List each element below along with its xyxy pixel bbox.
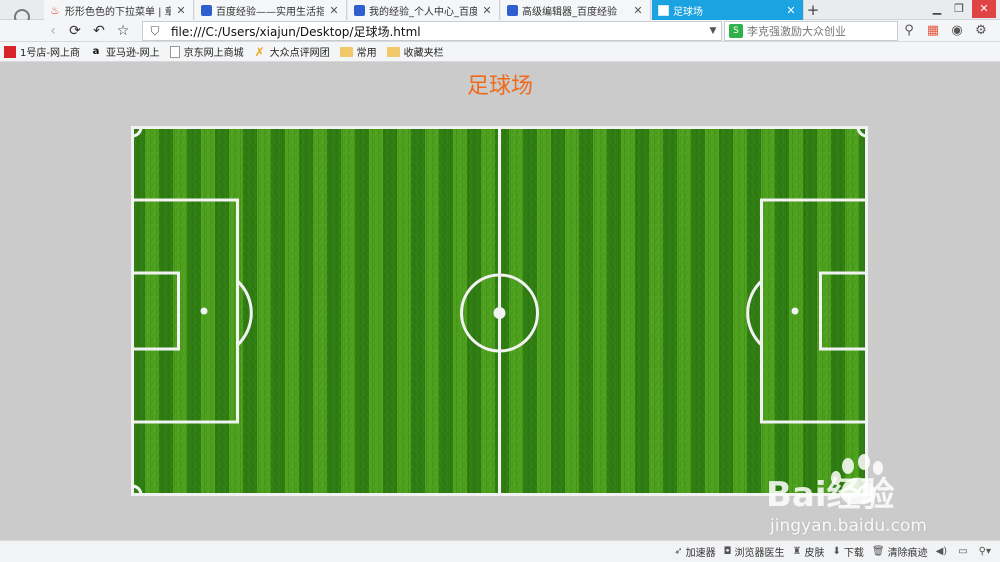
shield-icon: ⛉ xyxy=(150,23,160,38)
close-icon[interactable]: ✕ xyxy=(785,4,797,17)
bookmark-folder-common[interactable]: 常用 xyxy=(339,44,377,59)
status-browser-doctor[interactable]: ◘ 浏览器医生 xyxy=(724,544,785,559)
search-icon[interactable]: ⚲ xyxy=(900,22,918,40)
tab-my-jingyan[interactable]: 我的经验_个人中心_百度经验 ✕ xyxy=(348,0,500,20)
window-controls: ▁ ❐ ✕ xyxy=(928,0,996,18)
navigation-bar: ‹ ⟳ ↶ ☆ ⛉ file:///C:/Users/xiajun/Deskto… xyxy=(0,20,1000,42)
status-label: 皮肤 xyxy=(804,548,825,559)
status-label: 浏览器医生 xyxy=(734,548,785,559)
close-icon[interactable]: ✕ xyxy=(632,4,644,17)
status-label: 下载 xyxy=(843,548,864,559)
right-penalty-spot xyxy=(791,307,799,315)
volume-control[interactable]: ◀) xyxy=(936,546,951,557)
bookmark-label: 收藏夹栏 xyxy=(403,48,444,59)
status-label: 清除痕迹 xyxy=(887,548,928,559)
chevron-down-icon[interactable]: ▼ xyxy=(705,26,721,36)
bookmark-yhd[interactable]: 1号店-网上商 xyxy=(4,44,80,59)
minimize-icon[interactable]: ▁ xyxy=(928,0,946,18)
page-icon xyxy=(658,4,669,16)
baidu-paw-icon xyxy=(507,4,518,16)
status-bar: ➶ 加速器 ◘ 浏览器医生 ♜ 皮肤 ⬇ 下载 🗑 清除痕迹 ◀) ▭ ⚲▾ xyxy=(0,540,1000,562)
watermark-url: jingyan.baidu.com xyxy=(770,516,927,536)
tab-label: 足球场 xyxy=(673,6,703,18)
page-icon xyxy=(169,45,180,58)
status-skin[interactable]: ♜ 皮肤 xyxy=(793,544,825,559)
tab-label: 我的经验_个人中心_百度经验 xyxy=(369,6,477,18)
baidu-paw-icon xyxy=(354,4,365,16)
status-label: 加速器 xyxy=(685,548,716,559)
baidu-paw-icon xyxy=(201,4,212,16)
undo-icon[interactable]: ↶ xyxy=(90,22,108,40)
tab-label: 形形色色的下拉菜单 | 章节 xyxy=(65,6,171,18)
toolbar-right: ⚲ ▦ ◉ ⚙ xyxy=(900,22,990,40)
bookmark-label: 亚马逊-网上 xyxy=(105,48,160,59)
bookmarks-bar: 1号店-网上商 a 亚马逊-网上 京东网上商城 ✗ 大众点评网团 常用 收藏夹栏 xyxy=(0,42,1000,62)
download-icon: ⬇ xyxy=(832,546,841,557)
tab-dropdown-menus[interactable]: ♨ 形形色色的下拉菜单 | 章节 ✕ xyxy=(44,0,194,20)
close-icon[interactable]: ✕ xyxy=(328,4,340,17)
bookmark-dianping[interactable]: ✗ 大众点评网团 xyxy=(254,44,330,60)
speaker-icon: ◀) xyxy=(935,546,948,557)
star-icon[interactable]: ☆ xyxy=(114,22,132,40)
status-download[interactable]: ⬇ 下载 xyxy=(833,544,864,559)
restore-icon[interactable]: ❐ xyxy=(950,0,968,18)
bookmark-folder-favorites[interactable]: 收藏夹栏 xyxy=(386,44,444,59)
download-manager-icon[interactable]: ◉ xyxy=(948,22,966,40)
status-clear-traces[interactable]: 🗑 清除痕迹 xyxy=(872,544,928,559)
search-engine-icon[interactable]: S xyxy=(729,24,743,38)
shirt-icon: ♜ xyxy=(792,546,802,557)
bookmark-label: 1号店-网上商 xyxy=(20,48,80,59)
rocket-icon: ➶ xyxy=(674,546,683,557)
window-mode-control[interactable]: ▭ xyxy=(958,546,970,557)
back-icon[interactable]: ‹ xyxy=(44,22,62,40)
football-field-drawing xyxy=(131,126,868,496)
page-title: 足球场 xyxy=(466,74,533,99)
flame-icon: ♨ xyxy=(50,3,60,17)
football-field xyxy=(131,126,868,496)
zoom-control[interactable]: ⚲▾ xyxy=(979,546,994,557)
watermark-logo-text: Bai经验 xyxy=(766,475,895,515)
close-icon[interactable]: ✕ xyxy=(481,4,493,17)
bookmark-label: 京东网上商城 xyxy=(183,48,244,59)
bookmark-jd[interactable]: 京东网上商城 xyxy=(169,44,244,59)
folder-icon xyxy=(386,46,400,57)
tab-bar: ♨ 形形色色的下拉菜单 | 章节 ✕ 百度经验——实用生活指南 ✕ 我的经验_个… xyxy=(0,0,1000,20)
bookmark-label: 常用 xyxy=(356,48,377,59)
monitor-icon: ▭ xyxy=(958,546,968,557)
close-icon[interactable]: ✕ xyxy=(175,4,187,17)
refresh-icon[interactable]: ⟳ xyxy=(66,22,84,40)
center-spot xyxy=(493,307,506,319)
url-text[interactable]: file:///C:/Users/xiajun/Desktop/足球场.html xyxy=(167,23,705,40)
folder-icon xyxy=(339,46,353,57)
bookmark-amazon[interactable]: a 亚马逊-网上 xyxy=(90,44,160,60)
tab-advanced-editor[interactable]: 高级编辑器_百度经验 ✕ xyxy=(501,0,651,20)
status-accelerator[interactable]: ➶ 加速器 xyxy=(674,544,715,559)
address-bar[interactable]: ⛉ file:///C:/Users/xiajun/Desktop/足球场.ht… xyxy=(142,21,722,41)
tab-football-field[interactable]: 足球场 ✕ xyxy=(652,0,804,20)
dianping-icon: ✗ xyxy=(254,44,265,59)
trash-icon: 🗑 xyxy=(871,546,885,557)
amazon-icon: a xyxy=(92,45,100,57)
tab-label: 高级编辑器_百度经验 xyxy=(522,6,617,18)
tab-label: 百度经验——实用生活指南 xyxy=(216,6,324,18)
apps-grid-icon[interactable]: ▦ xyxy=(924,22,942,40)
tab-baidu-jingyan[interactable]: 百度经验——实用生活指南 ✕ xyxy=(195,0,347,20)
left-penalty-spot xyxy=(200,307,208,315)
zoom-icon: ⚲▾ xyxy=(978,546,991,557)
search-box[interactable]: S 李克强激励大众创业 xyxy=(724,21,898,41)
camera-icon: ◘ xyxy=(723,546,732,557)
yhd-icon xyxy=(4,45,16,58)
window-close-icon[interactable]: ✕ xyxy=(972,0,996,18)
new-tab-button[interactable]: + xyxy=(804,1,822,19)
bookmark-label: 大众点评网团 xyxy=(269,48,330,59)
gear-icon[interactable]: ⚙ xyxy=(972,22,990,40)
search-query[interactable]: 李克强激励大众创业 xyxy=(747,23,846,39)
